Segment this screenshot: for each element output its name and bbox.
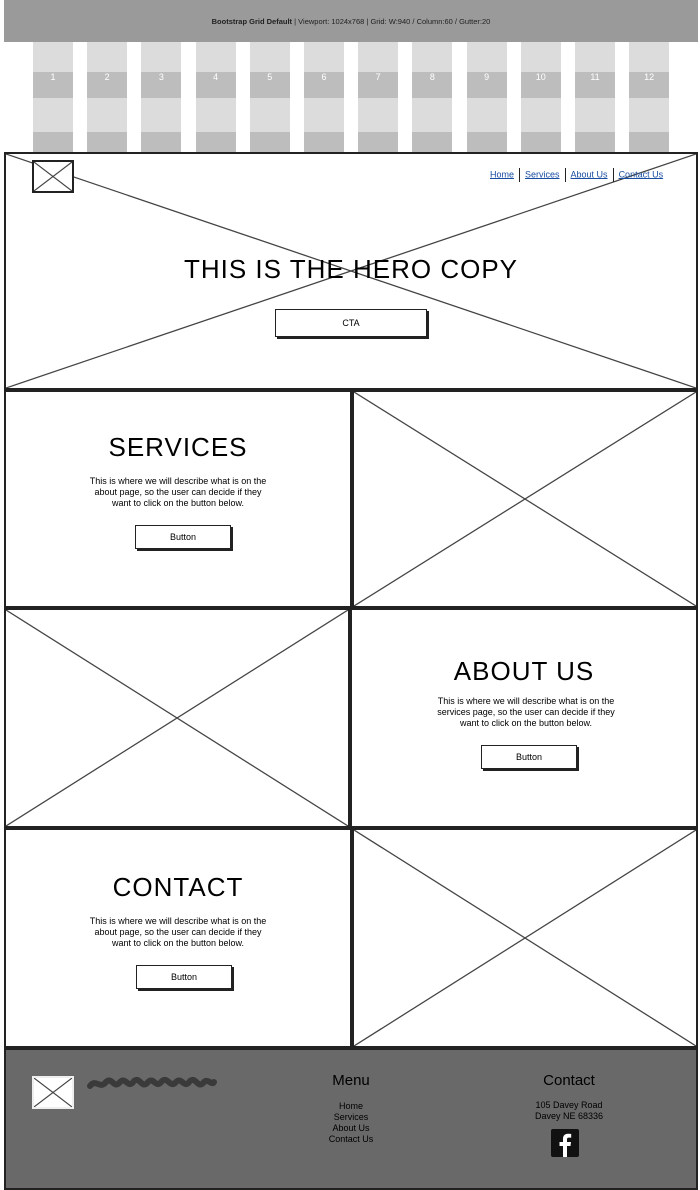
services-button[interactable]: Button [135, 525, 231, 549]
about-image-placeholder [4, 608, 350, 828]
grid-column: 6 [304, 42, 344, 152]
grid-column-band [575, 132, 615, 152]
footer-menu-about[interactable]: About Us [303, 1123, 399, 1134]
footer-logo-placeholder[interactable] [32, 1076, 74, 1109]
grid-span-label: 4 [349, 132, 355, 142]
cta-button[interactable]: CTA [275, 309, 427, 337]
footer-address-line2: Davey NE 68336 [534, 1111, 604, 1121]
grid-column-number: 11 [590, 72, 600, 82]
grid-column-band [141, 132, 182, 152]
hero-title: THIS IS THE HERO COPY [183, 254, 518, 284]
nav-about-link[interactable]: About Us [571, 169, 608, 179]
about-button[interactable]: Button [481, 745, 577, 769]
main-nav: Home Services About Us Contact Us [490, 168, 663, 182]
grid-overlay-header: Bootstrap Grid Default | Viewport: 1024x… [4, 0, 698, 152]
services-section: SERVICES This is where we will describe … [4, 390, 352, 608]
contact-description: This is where we will describe what is o… [89, 916, 267, 948]
grid-column: 9 [466, 42, 507, 152]
about-title: ABOUT US [453, 656, 595, 686]
grid-column: 1 [33, 42, 73, 152]
nav-divider [564, 168, 566, 182]
grid-column-number: 7 [375, 72, 381, 82]
grid-column-band [520, 132, 561, 152]
services-title: SERVICES [108, 432, 248, 462]
grid-column: 12 [629, 42, 670, 152]
footer-menu-services[interactable]: Services [303, 1112, 399, 1123]
grid-column-number: 2 [104, 72, 110, 82]
grid-column-band [304, 132, 344, 152]
grid-column: 4 [195, 42, 236, 152]
grid-column-number: 4 [213, 72, 219, 82]
footer-menu-home[interactable]: Home [303, 1101, 399, 1112]
footer: Menu Home Services About Us Contact Us C… [4, 1048, 698, 1190]
logo-placeholder[interactable] [32, 160, 74, 193]
grid-column-number: 3 [158, 72, 164, 82]
grid-column-number: 8 [429, 72, 435, 82]
grid-column-number: 12 [644, 72, 655, 82]
hero-section: Home Services About Us Contact Us THIS IS T… [4, 152, 698, 390]
footer-address-line1: 105 Davey Road [535, 1100, 603, 1110]
grid-column-band [358, 132, 399, 152]
services-description: This is where we will describe what is o… [89, 476, 267, 508]
services-image-placeholder [352, 390, 698, 608]
footer-menu-contact[interactable]: Contact Us [303, 1134, 399, 1145]
grid-column-band [87, 132, 128, 152]
grid-info-text: Bootstrap Grid Default | Viewport: 1024x… [4, 0, 698, 42]
grid-title: Bootstrap Grid Default [211, 17, 293, 26]
nav-contact-link[interactable]: Contact Us [619, 169, 664, 179]
grid-column-band [195, 132, 236, 152]
grid-column-number: 6 [321, 72, 327, 82]
grid-column: 2 [87, 42, 128, 152]
grid-span-label: 4 [133, 132, 139, 142]
grid-column-number: 10 [535, 72, 546, 82]
grid-column-band [629, 132, 670, 152]
grid-column-band [33, 132, 73, 152]
nav-divider [519, 168, 521, 182]
grid-column: 3 [141, 42, 182, 152]
footer-contact-title: Contact [543, 1072, 595, 1089]
contact-section: CONTACT This is where we will describe w… [4, 828, 352, 1048]
grid-column-band [466, 132, 507, 152]
grid-column: 7 [358, 42, 399, 152]
grid-column: 10 [520, 42, 561, 152]
nav-home-link[interactable]: Home [490, 169, 514, 179]
about-section: ABOUT US This is where we will describe … [350, 608, 698, 828]
grid-column: 5 [249, 42, 290, 152]
grid-column-number: 5 [267, 72, 273, 82]
grid-span-label: 4 [565, 132, 571, 142]
grid-column-band [412, 132, 453, 152]
nav-divider [612, 168, 614, 182]
facebook-icon[interactable] [551, 1129, 579, 1157]
contact-image-placeholder [352, 828, 698, 1048]
nav-services-link[interactable]: Services [525, 169, 560, 179]
footer-menu-title: Menu [332, 1072, 370, 1089]
grid-details: | Viewport: 1024x768 | Grid: W:940 / Col… [292, 17, 491, 26]
grid-column: 8 [412, 42, 453, 152]
contact-title: CONTACT [112, 872, 244, 902]
footer-scribble-logotype [87, 1076, 217, 1089]
contact-button[interactable]: Button [136, 965, 232, 989]
grid-column-number: 1 [50, 72, 56, 82]
grid-column: 11 [575, 42, 615, 152]
about-description: This is where we will describe what is o… [437, 696, 615, 728]
grid-column-band [249, 132, 290, 152]
grid-column-number: 9 [484, 72, 490, 82]
